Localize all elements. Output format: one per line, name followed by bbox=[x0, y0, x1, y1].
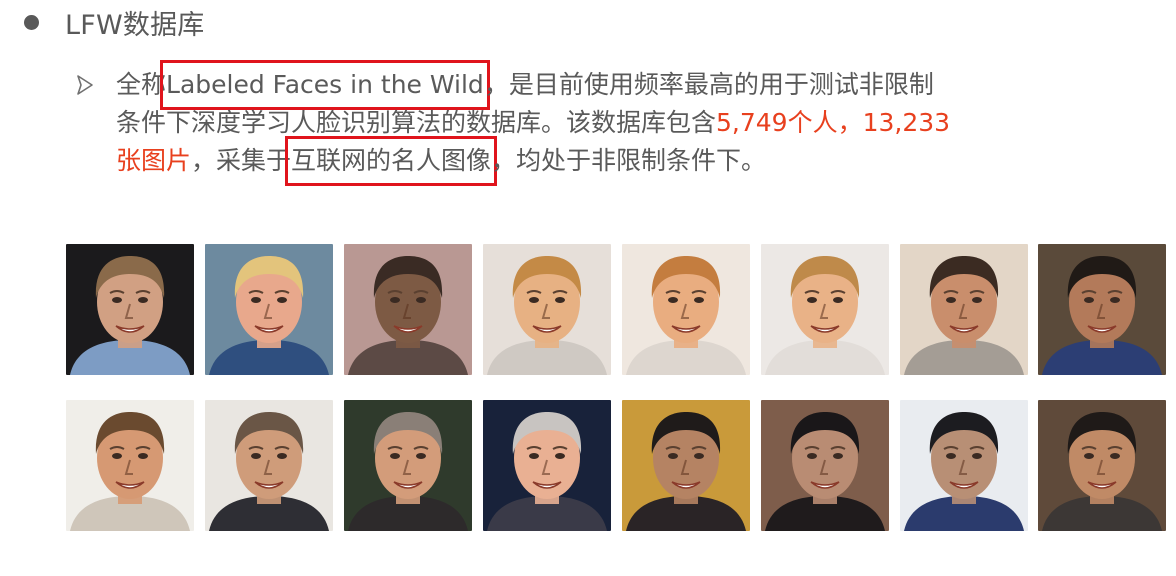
dataset-full-name: Labeled Faces in the Wild bbox=[166, 70, 484, 99]
face-photo bbox=[344, 244, 472, 375]
face-photo bbox=[900, 244, 1028, 375]
face-photo bbox=[622, 400, 750, 531]
face-thumbnail bbox=[1038, 400, 1166, 531]
face-photo bbox=[1038, 244, 1166, 375]
paragraph-line-3: 张图片，采集于互联网的名人图像，均处于非限制条件下。 bbox=[116, 136, 1046, 186]
face-thumbnail bbox=[205, 244, 333, 375]
face-image-grid bbox=[66, 244, 1170, 534]
title-row: LFW数据库 bbox=[24, 2, 204, 42]
face-photo bbox=[66, 244, 194, 375]
text-segment: ，采集于 bbox=[191, 146, 292, 175]
face-thumbnail bbox=[483, 244, 611, 375]
face-thumbnail bbox=[205, 400, 333, 531]
face-thumbnail bbox=[66, 400, 194, 531]
face-photo bbox=[761, 400, 889, 531]
text-segment: ，均处于非限制条件下。 bbox=[491, 146, 767, 175]
text-segment: 全称 bbox=[116, 70, 167, 99]
paragraph-line-2: 条件下深度学习人脸识别算法的数据库。该数据库包含5,749个人，13,233 bbox=[116, 104, 1046, 142]
highlight-box-source: 互联网的名人图像 bbox=[285, 136, 498, 186]
face-photo bbox=[344, 400, 472, 531]
paragraph-line-1: 全称Labeled Faces in the Wild，是目前使用频率最高的用于… bbox=[116, 60, 1046, 110]
face-thumbnail bbox=[344, 244, 472, 375]
face-photo bbox=[900, 400, 1028, 531]
face-thumbnail bbox=[344, 400, 472, 531]
face-thumbnail bbox=[761, 400, 889, 531]
face-photo bbox=[66, 400, 194, 531]
face-photo bbox=[483, 400, 611, 531]
filled-circle-icon bbox=[24, 14, 39, 30]
highlight-images-text: 张图片 bbox=[116, 146, 192, 175]
face-photo bbox=[761, 244, 889, 375]
arrow-bullet-icon bbox=[77, 75, 93, 95]
highlight-box-full-name: Labeled Faces in the Wild bbox=[160, 60, 490, 110]
text-segment: 条件下深度学习人脸识别算法的数据库。该数据库包含 bbox=[116, 108, 717, 137]
face-thumbnail bbox=[1038, 244, 1166, 375]
face-thumbnail bbox=[66, 244, 194, 375]
face-thumbnail bbox=[622, 244, 750, 375]
face-photo bbox=[1038, 400, 1166, 531]
slide: LFW数据库 全称Labeled Faces in the Wild，是目前使用… bbox=[0, 0, 1176, 576]
text-segment: ，是目前使用频率最高的用于测试非限制 bbox=[483, 70, 934, 99]
face-thumbnail bbox=[483, 400, 611, 531]
face-photo bbox=[205, 400, 333, 531]
face-photo bbox=[483, 244, 611, 375]
face-photo bbox=[622, 244, 750, 375]
face-photo bbox=[205, 244, 333, 375]
face-thumbnail bbox=[622, 400, 750, 531]
slide-title: LFW数据库 bbox=[65, 9, 205, 41]
face-thumbnail bbox=[900, 244, 1028, 375]
highlight-count-text: 5,749个人，13,233 bbox=[716, 108, 951, 137]
face-thumbnail bbox=[900, 400, 1028, 531]
description-paragraph: 全称Labeled Faces in the Wild，是目前使用频率最高的用于… bbox=[116, 60, 1046, 186]
source-text: 互联网的名人图像 bbox=[291, 146, 492, 175]
face-thumbnail bbox=[761, 244, 889, 375]
